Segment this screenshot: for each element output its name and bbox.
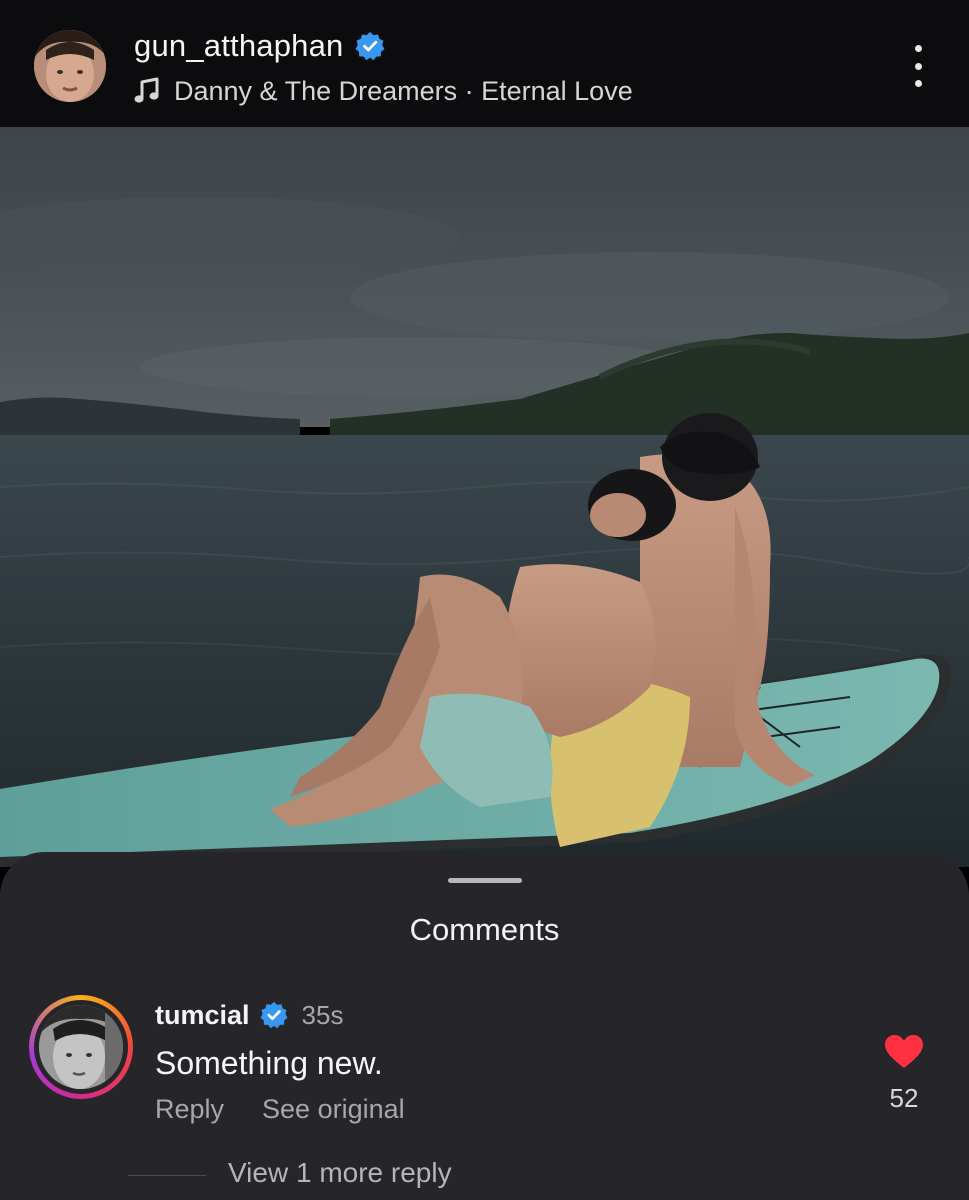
comment-timestamp: 35s	[301, 999, 344, 1030]
author-username[interactable]: gun_atthaphan	[134, 28, 343, 64]
comment-actions: Reply See original	[155, 1094, 405, 1125]
view-more-replies-button[interactable]: View 1 more reply	[228, 1157, 452, 1189]
more-vertical-icon	[914, 45, 922, 52]
commenter-avatar[interactable]	[29, 995, 133, 1099]
replies-divider	[128, 1175, 206, 1176]
post-header: gun_atthaphan Danny & The Dreamers · Ete…	[0, 0, 969, 127]
see-original-button[interactable]: See original	[262, 1094, 405, 1125]
author-row: gun_atthaphan	[134, 26, 385, 66]
music-attribution[interactable]: Danny & The Dreamers · Eternal Love	[134, 72, 633, 110]
author-avatar[interactable]	[34, 30, 106, 102]
comment-header: tumcial 35s	[155, 997, 343, 1033]
commenter-username[interactable]: tumcial	[155, 1000, 250, 1031]
like-button[interactable]	[884, 1034, 924, 1070]
comments-sheet: Comments tumcial 35s Something new. Repl…	[0, 852, 969, 1200]
post-viewer: gun_atthaphan Danny & The Dreamers · Ete…	[0, 0, 969, 1200]
more-options-button[interactable]	[898, 42, 938, 90]
like-count: 52	[889, 1083, 919, 1113]
reply-button[interactable]: Reply	[155, 1094, 224, 1125]
verified-badge-icon	[355, 31, 385, 61]
comment-text: Something new.	[155, 1045, 383, 1081]
music-text: Danny & The Dreamers · Eternal Love	[174, 75, 633, 106]
heart-icon	[885, 1035, 923, 1068]
post-photo[interactable]	[0, 127, 969, 867]
sheet-drag-handle[interactable]	[448, 878, 522, 883]
verified-badge-icon	[259, 1001, 288, 1029]
music-note-icon	[134, 77, 160, 105]
commenter-photo	[39, 1005, 123, 1089]
sheet-title: Comments	[409, 912, 560, 947]
